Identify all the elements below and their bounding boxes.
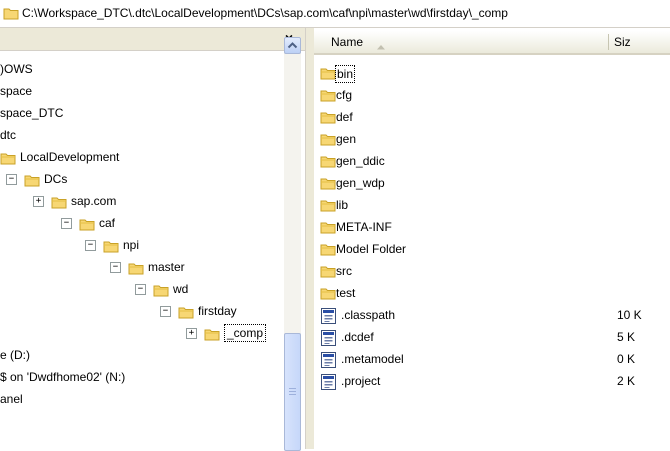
tree-item-label: DCs [44, 172, 68, 186]
tree-item-label: npi [123, 238, 140, 252]
file-list-pane: Name Siz bin cfg def gen gen_ddic gen_wdplib M… [314, 28, 670, 449]
file-row[interactable]: .project 2 K [321, 371, 670, 392]
folder-icon [178, 304, 194, 326]
file-row[interactable]: bin [320, 63, 670, 87]
file-row[interactable]: test [320, 283, 670, 307]
folder-icon [320, 286, 336, 307]
address-bar[interactable]: C:\Workspace_DTC\.dtc\LocalDevelopment\D… [0, 0, 670, 28]
file-size: 2 K [617, 374, 636, 388]
folder-icon [320, 242, 336, 263]
folders-pane: × )OWSspacespace_DTCdtcLocalDevelopment−… [0, 28, 305, 449]
folder-icon [3, 6, 19, 23]
file-name: src [336, 264, 352, 278]
file-size: 5 K [617, 330, 636, 344]
collapse-icon[interactable]: − [61, 218, 72, 229]
folder-icon [320, 154, 336, 175]
folders-pane-header: × [0, 28, 305, 51]
scroll-thumb[interactable] [284, 333, 301, 451]
folder-icon [0, 150, 16, 172]
file-name: Model Folder [336, 242, 407, 256]
file-name: .project [341, 374, 381, 388]
folder-icon [204, 326, 220, 348]
column-header: Name Siz [314, 31, 670, 55]
tree-item-label: space_DTC [0, 106, 64, 120]
folder-icon [320, 198, 336, 219]
collapse-icon[interactable]: − [85, 240, 96, 251]
file-name: lib [336, 198, 349, 212]
tree-item-label: firstday [198, 304, 237, 318]
folder-icon [153, 282, 169, 304]
address-path[interactable]: C:\Workspace_DTC\.dtc\LocalDevelopment\D… [22, 6, 508, 20]
tree-item-label: e (D:) [0, 348, 30, 362]
file-row[interactable]: src [320, 261, 670, 285]
tree-item-label: _comp [224, 324, 267, 342]
collapse-icon[interactable]: − [160, 306, 171, 317]
tree-item-label: $ on 'Dwdfhome02' (N:) [0, 370, 126, 384]
file-name: .metamodel [341, 352, 404, 366]
folder-icon [320, 220, 336, 241]
file-name: gen_ddic [336, 154, 385, 168]
tree-item-label: )OWS [0, 62, 33, 76]
file-row[interactable]: .dcdef 5 K [321, 327, 670, 348]
tree-item-label: wd [173, 282, 189, 296]
folder-icon [79, 216, 95, 238]
tree-item-label: master [148, 260, 185, 274]
file-size: 0 K [617, 352, 636, 366]
file-row[interactable]: def [320, 107, 670, 131]
file-size: 10 K [617, 308, 642, 322]
tree-item-label: sap.com [71, 194, 117, 208]
file-name: gen [336, 132, 357, 146]
tree-item-label: space [0, 84, 33, 98]
file-row[interactable]: .metamodel 0 K [321, 349, 670, 370]
folder-icon [320, 88, 336, 109]
file-row[interactable]: Model Folder [320, 239, 670, 263]
file-name: .classpath [341, 308, 396, 322]
tree-item-label: LocalDevelopment [20, 150, 120, 164]
scroll-up-button[interactable] [284, 37, 301, 54]
file-row[interactable]: gen_ddic [320, 151, 670, 175]
folder-icon [320, 176, 336, 197]
tree-item-label: dtc [0, 128, 17, 142]
folder-icon [320, 264, 336, 285]
grip-line [289, 394, 296, 395]
file-row[interactable]: META-INF [320, 217, 670, 241]
file-name: gen_wdp [336, 176, 385, 190]
file-row[interactable]: lib [320, 195, 670, 219]
grip-line [289, 388, 296, 389]
folder-icon [103, 238, 119, 260]
column-divider[interactable] [608, 34, 609, 50]
file-name: bin [335, 65, 356, 83]
collapse-icon[interactable]: − [135, 284, 146, 295]
collapse-icon[interactable]: − [6, 174, 17, 185]
file-name: cfg [336, 88, 353, 102]
tree-item-label: caf [99, 216, 116, 230]
folder-icon [320, 132, 336, 153]
tree-item-label: anel [0, 392, 23, 406]
size-column-header[interactable]: Siz [614, 35, 631, 49]
file-row[interactable]: gen [320, 129, 670, 153]
file-name: .dcdef [341, 330, 374, 344]
collapse-icon[interactable]: − [110, 262, 121, 273]
name-column-header[interactable]: Name [331, 35, 363, 49]
document-icon [321, 374, 336, 397]
sort-ascending-icon [376, 39, 386, 53]
folder-icon [128, 260, 144, 282]
folder-icon [51, 194, 67, 216]
folder-icon [320, 110, 336, 131]
folder-icon [320, 66, 336, 87]
file-row[interactable]: gen_wdp [320, 173, 670, 197]
file-row[interactable]: .classpath 10 K [321, 305, 670, 326]
expand-icon[interactable]: + [186, 328, 197, 339]
file-name: def [336, 110, 353, 124]
tree-scrollbar[interactable] [284, 37, 301, 451]
file-row[interactable]: cfg [320, 85, 670, 109]
grip-line [289, 391, 296, 392]
file-name: test [336, 286, 356, 300]
file-name: META-INF [336, 220, 392, 234]
expand-icon[interactable]: + [33, 196, 44, 207]
folder-icon [24, 172, 40, 194]
